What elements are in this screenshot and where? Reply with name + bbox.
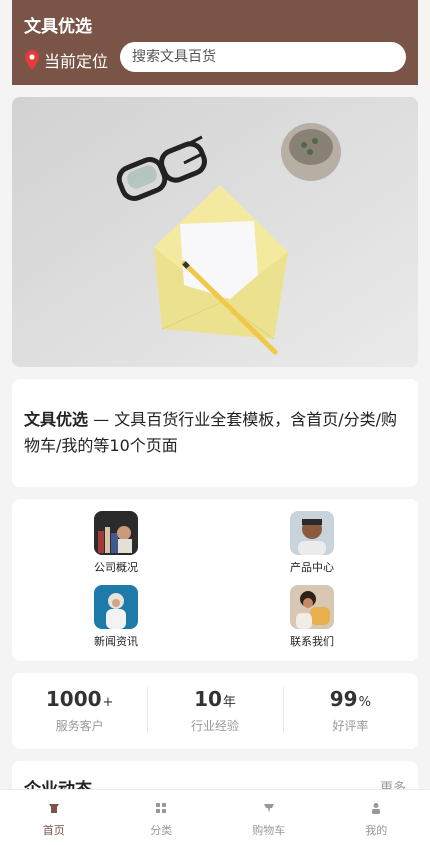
stat-caption: 好评率 [283,717,418,734]
stat-unit: 年 [223,695,236,710]
home-icon [0,802,108,816]
tab-label: 首页 [0,822,108,838]
stat-value: 99 [330,687,358,711]
tab-category[interactable]: 分类 [108,790,216,845]
stat-caption: 服务客户 [12,717,147,734]
nav-label: 公司概况 [66,559,166,575]
nav-item-products[interactable]: 产品中心 [262,511,362,575]
stat-customers: 1000+ 服务客户 [12,673,147,749]
grid-icon [108,802,216,816]
company-thumbnail [94,511,138,555]
nav-item-company[interactable]: 公司概况 [66,511,166,575]
stat-experience: 10年 行业经验 [147,673,282,749]
stat-rating: 99% 好评率 [283,673,418,749]
tab-label: 分类 [108,822,216,838]
bottom-tab-bar: 首页 分类 购物车 我的 [0,789,430,845]
top-header: 文具优选 当前定位 [12,0,418,85]
user-icon [323,802,430,816]
brand-title: 文具优选 [24,12,92,37]
hero-banner[interactable] [12,97,418,367]
stat-value: 10 [194,687,222,711]
location-selector[interactable]: 当前定位 [24,48,108,72]
location-label: 当前定位 [44,48,108,72]
stat-caption: 行业经验 [147,717,282,734]
banner-image [12,97,418,367]
tab-label: 我的 [323,822,430,838]
stat-value: 1000 [46,687,102,711]
contact-thumbnail [290,585,334,629]
stats-card: 1000+ 服务客户 10年 行业经验 99% 好评率 [12,673,418,749]
news-thumbnail [94,585,138,629]
nav-label: 产品中心 [262,559,362,575]
tab-label: 购物车 [215,822,323,838]
intro-card: 文具优选 — 文具百货行业全套模板，含首页/分类/购物车/我的等10个页面 [12,379,418,487]
search-input[interactable] [120,42,406,72]
tab-cart[interactable]: 购物车 [215,790,323,845]
stat-unit: + [103,695,114,710]
tab-home[interactable]: 首页 [0,790,108,845]
tab-mine[interactable]: 我的 [323,790,430,845]
nav-item-news[interactable]: 新闻资讯 [66,585,166,649]
quick-nav: 公司概况 产品中心 新闻资讯 [12,499,418,661]
nav-item-contact[interactable]: 联系我们 [262,585,362,649]
products-thumbnail [290,511,334,555]
nav-label: 新闻资讯 [66,633,166,649]
intro-brand: 文具优选 [24,410,88,429]
stat-unit: % [359,695,371,710]
cart-icon [215,802,323,816]
location-pin-icon [24,50,40,70]
nav-label: 联系我们 [262,633,362,649]
